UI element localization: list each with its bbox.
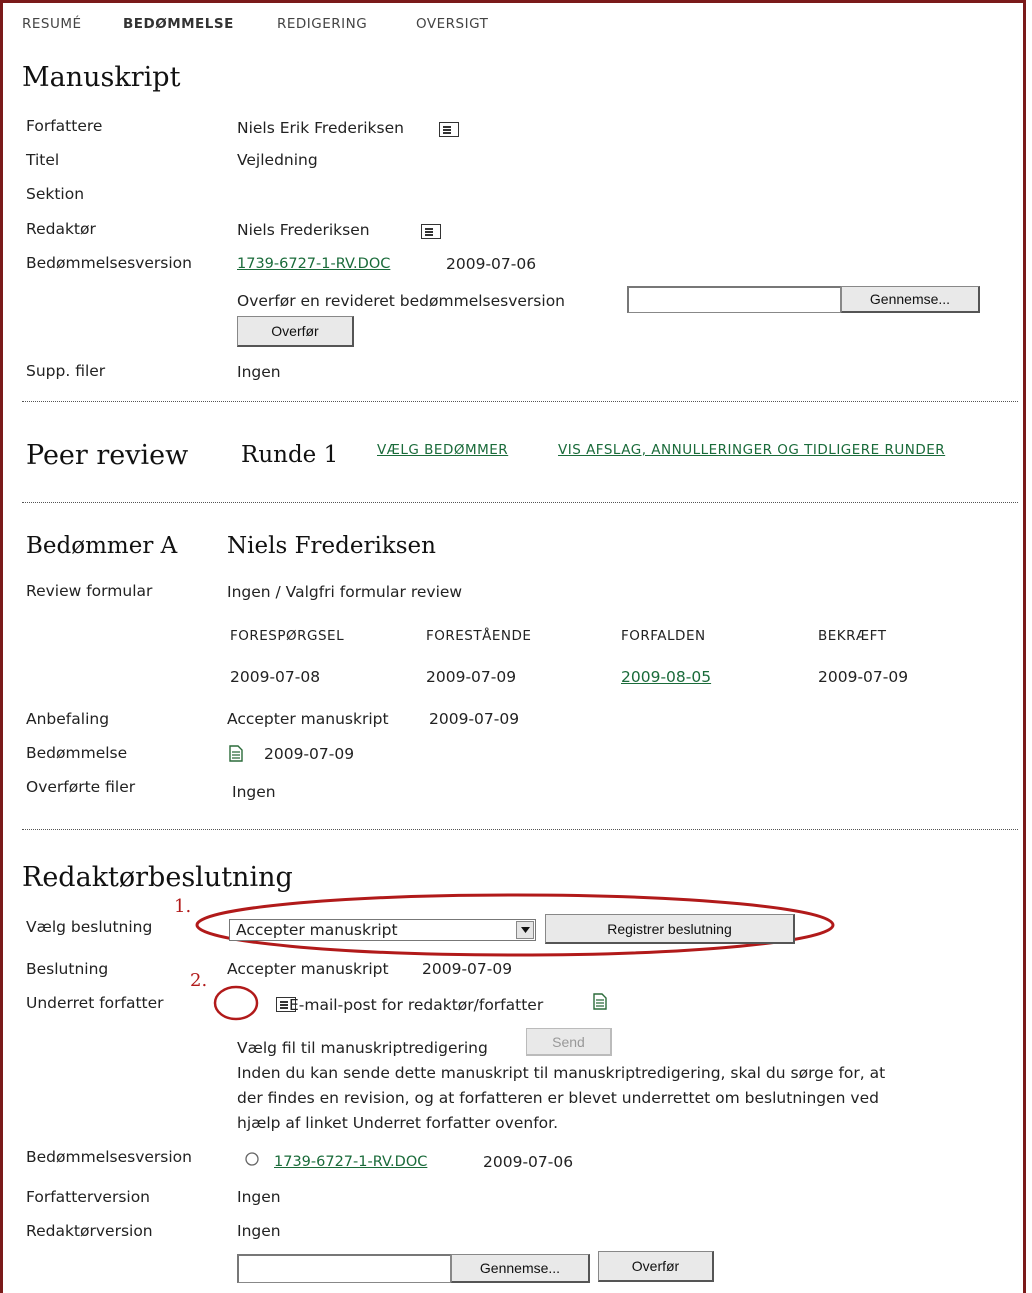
nav-tab-editing[interactable]: REDIGERING [277,16,367,32]
info-text-line-3: hjælp af linket Underret forfatter ovenf… [237,1114,559,1132]
divider [22,829,1018,830]
section-label: Sektion [26,185,85,203]
annotation-number-1: 1. [174,896,192,917]
select-reviewer-link[interactable]: VÆLG BEDØMMER [377,442,508,458]
recommendation-label: Anbefaling [26,710,110,728]
email-editor-icon[interactable] [421,224,442,239]
upload-revised-label: Overfør en revideret bedømmelsesversion [237,292,565,310]
annotation-circle-icon [213,985,259,1021]
col-due: FORFALDEN [621,628,706,644]
editor-browse-button[interactable]: Gennemse... [451,1254,590,1283]
review-date: 2009-07-09 [264,745,355,763]
title-value: Vejledning [237,151,318,169]
review-version-date: 2009-07-06 [446,255,537,273]
reviewer-name: Niels Frederiksen [227,533,436,559]
authors-value: Niels Erik Frederiksen [237,119,404,137]
supp-files-value: Ingen [237,363,281,381]
col-acknowledge: BEKRÆFT [818,628,887,644]
decision-review-version-file-link[interactable]: 1739-6727-1-RV.DOC [274,1154,427,1170]
date-underway: 2009-07-09 [426,668,517,686]
supp-files-label: Supp. filer [26,362,106,380]
recommendation-date: 2009-07-09 [429,710,520,728]
browse-button[interactable]: Gennemse... [841,286,980,313]
title-label: Titel [26,151,60,169]
annotation-number-2: 2. [190,970,208,991]
email-log-label[interactable]: E-mail-post for redaktør/forfatter [289,996,543,1014]
nav-tab-review[interactable]: BEDØMMELSE [123,16,234,32]
document-icon[interactable] [229,745,243,762]
decision-date: 2009-07-09 [422,960,513,978]
send-button[interactable]: Send [526,1028,612,1056]
show-declined-link[interactable]: VIS AFSLAG, ANNULLERINGER OG TIDLIGERE R… [558,442,945,458]
col-request: FORESPØRGSEL [230,628,345,644]
divider [22,502,1018,503]
reviewer-heading-label: Bedømmer A [26,533,178,559]
info-text-line-1: Inden du kan sende dette manuskript til … [237,1064,886,1082]
decision-review-version-label: Bedømmelsesversion [26,1148,192,1166]
register-decision-button[interactable]: Registrer beslutning [545,914,795,944]
select-file-label: Vælg fil til manuskriptredigering [237,1039,488,1057]
author-version-label: Forfatterversion [26,1188,151,1206]
notify-author-label: Underret forfatter [26,994,164,1012]
decision-select[interactable]: Accepter manuskript [229,919,536,941]
divider [22,401,1018,402]
review-form-value: Ingen / Valgfri formular review [227,583,463,601]
uploaded-files-label: Overførte filer [26,778,136,796]
author-version-value: Ingen [237,1188,281,1206]
editor-decision-heading: Redaktørbeslutning [22,862,293,893]
info-text-line-2: der findes en revision, og at forfattere… [237,1089,879,1107]
date-due-link[interactable]: 2009-08-05 [621,668,711,686]
radio-button[interactable] [244,1151,260,1167]
nav-tab-resume[interactable]: RESUMÉ [22,16,82,32]
review-label: Bedømmelse [26,744,128,762]
uploaded-files-value: Ingen [232,783,276,801]
editor-value: Niels Frederiksen [237,221,370,239]
editor-version-value: Ingen [237,1222,281,1240]
nav-tab-history[interactable]: OVERSIGT [416,16,488,32]
manuscript-heading: Manuskript [22,62,181,93]
decision-select-label: Vælg beslutning [26,918,153,936]
email-log-document-icon[interactable] [593,993,607,1010]
editor-upload-button[interactable]: Overfør [598,1251,714,1282]
decision-select-value: Accepter manuskript [236,921,398,939]
date-acknowledge: 2009-07-09 [818,668,909,686]
decision-label: Beslutning [26,960,109,978]
editor-version-label: Redaktørversion [26,1222,153,1240]
review-version-label: Bedømmelsesversion [26,254,192,272]
chevron-down-icon[interactable] [516,921,534,939]
editor-label: Redaktør [26,220,96,238]
email-author-icon[interactable] [439,122,459,137]
review-form-label: Review formular [26,582,153,600]
authors-label: Forfattere [26,117,103,135]
decision-review-version-date: 2009-07-06 [483,1153,574,1171]
upload-button[interactable]: Overfør [237,316,354,347]
review-version-file-link[interactable]: 1739-6727-1-RV.DOC [237,256,390,272]
revised-file-input[interactable] [627,286,841,313]
round-label: Runde 1 [241,442,339,468]
peer-review-heading: Peer review [26,440,189,471]
recommendation-value: Accepter manuskript [227,710,389,728]
col-underway: FORESTÅENDE [426,628,532,644]
decision-value: Accepter manuskript [227,960,389,978]
editor-file-input[interactable] [237,1254,451,1283]
date-request: 2009-07-08 [230,668,321,686]
